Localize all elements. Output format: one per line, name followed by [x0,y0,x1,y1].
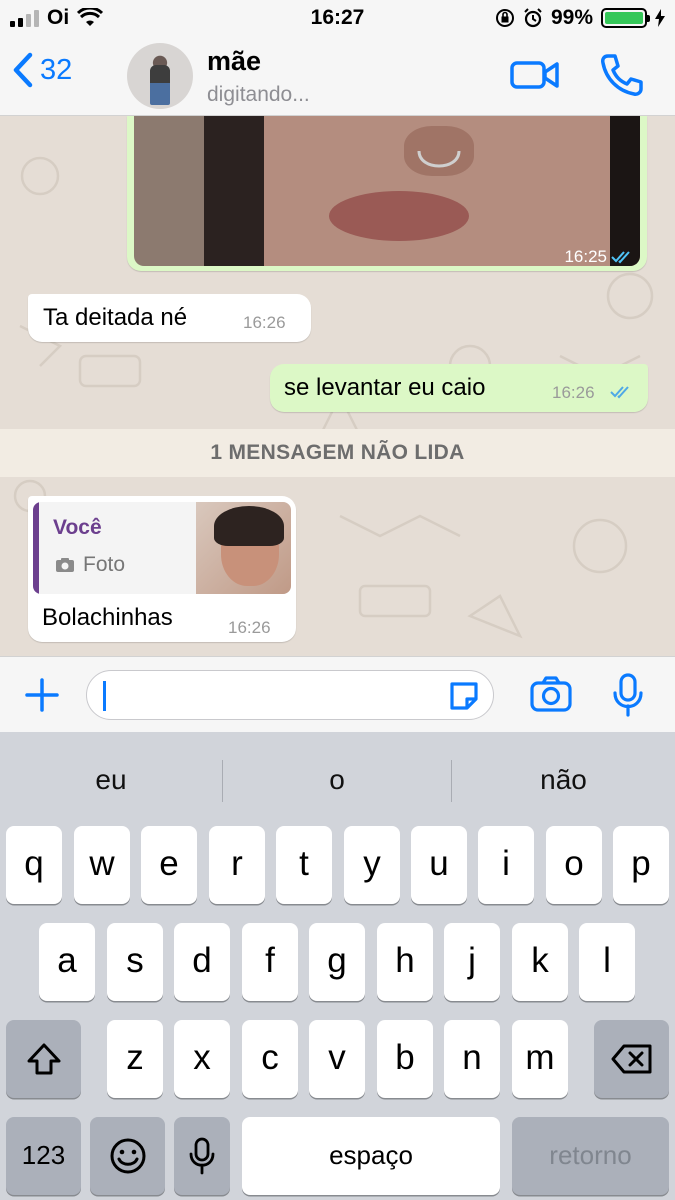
double-check-icon [610,386,629,399]
dictation-key[interactable] [174,1117,230,1195]
quote-author: Você [53,516,102,539]
contact-status: digitando... [207,83,310,106]
key-u[interactable]: u [411,826,467,904]
orientation-lock-icon [495,9,514,27]
key-g[interactable]: g [309,923,365,1001]
quoted-message[interactable]: Você Foto [33,502,291,594]
message-time: 16:26 [552,383,595,402]
key-m[interactable]: m [512,1020,568,1098]
key-o[interactable]: o [546,826,602,904]
message-text: se levantar eu caio [284,374,486,401]
suggestion-2[interactable]: o [223,732,451,818]
emoji-key[interactable] [90,1117,165,1195]
plus-icon[interactable] [24,677,60,713]
key-w[interactable]: w [74,826,130,904]
back-button[interactable]: 32 [12,52,72,88]
back-chevron-icon [13,52,33,88]
quote-type-label: Foto [83,553,126,576]
chat-area[interactable]: 16:25 Ta deitada né 16:26 se levantar eu… [0,116,675,656]
message-text: Bolachinhas [42,604,173,631]
key-y[interactable]: y [344,826,400,904]
keyboard: eu o não q w e r t y u i o p a s d f g h… [0,732,675,1200]
key-q[interactable]: q [6,826,62,904]
battery-percent: 99% [550,6,593,29]
chat-header: 32 mãe digitando... [0,38,675,116]
backspace-icon [611,1044,651,1074]
suggestion-3[interactable]: não [452,732,675,818]
key-x[interactable]: x [174,1020,230,1098]
text-cursor [103,681,106,711]
sticker-icon[interactable] [447,679,481,713]
return-key[interactable]: retorno [512,1117,669,1195]
microphone-icon[interactable] [612,673,644,717]
key-h[interactable]: h [377,923,433,1001]
message-time: 16:26 [228,618,271,637]
photo-thumbnail[interactable] [134,116,640,266]
contact-name[interactable]: mãe [207,46,261,77]
shift-icon [27,1043,60,1075]
shift-key[interactable] [6,1020,81,1098]
suggestion-bar: eu o não [0,732,675,818]
key-n[interactable]: n [444,1020,500,1098]
key-c[interactable]: c [242,1020,298,1098]
image-message[interactable]: 16:25 [127,116,647,271]
quote-thumbnail [196,502,291,594]
outgoing-message[interactable]: se levantar eu caio 16:26 [270,364,648,412]
alarm-icon [524,8,542,28]
key-v[interactable]: v [309,1020,365,1098]
back-count: 32 [40,53,73,86]
video-call-icon[interactable] [510,58,560,92]
battery-icon [601,8,650,28]
avatar[interactable] [127,43,193,109]
key-i[interactable]: i [478,826,534,904]
message-time: 16:25 [564,247,607,266]
suggestion-1[interactable]: eu [0,732,222,818]
key-z[interactable]: z [107,1020,163,1098]
key-f[interactable]: f [242,923,298,1001]
key-r[interactable]: r [209,826,265,904]
reply-message[interactable]: Você Foto Bolachinhas 16:26 [28,496,296,642]
unread-banner: 1 MENSAGEM NÃO LIDA [0,429,675,477]
status-bar: Oi 16:27 99% [0,0,675,38]
emoji-icon [110,1138,145,1174]
message-input[interactable] [86,670,494,720]
backspace-key[interactable] [594,1020,669,1098]
message-time: 16:26 [243,313,286,332]
key-d[interactable]: d [174,923,230,1001]
camera-small-icon [56,558,74,572]
key-s[interactable]: s [107,923,163,1001]
camera-icon[interactable] [529,675,573,713]
phone-icon[interactable] [598,52,644,98]
key-k[interactable]: k [512,923,568,1001]
message-meta: 16:25 [564,247,633,267]
key-b[interactable]: b [377,1020,433,1098]
numbers-key[interactable]: 123 [6,1117,81,1195]
double-check-icon [611,251,630,264]
charging-icon [655,9,665,27]
quote-type: Foto [55,553,125,577]
key-p[interactable]: p [613,826,669,904]
incoming-message[interactable]: Ta deitada né 16:26 [28,294,311,342]
dictation-icon [189,1137,215,1175]
space-key[interactable]: espaço [242,1117,500,1195]
key-l[interactable]: l [579,923,635,1001]
input-bar [0,656,675,732]
message-text: Ta deitada né [43,304,188,331]
key-t[interactable]: t [276,826,332,904]
key-a[interactable]: a [39,923,95,1001]
key-e[interactable]: e [141,826,197,904]
key-j[interactable]: j [444,923,500,1001]
